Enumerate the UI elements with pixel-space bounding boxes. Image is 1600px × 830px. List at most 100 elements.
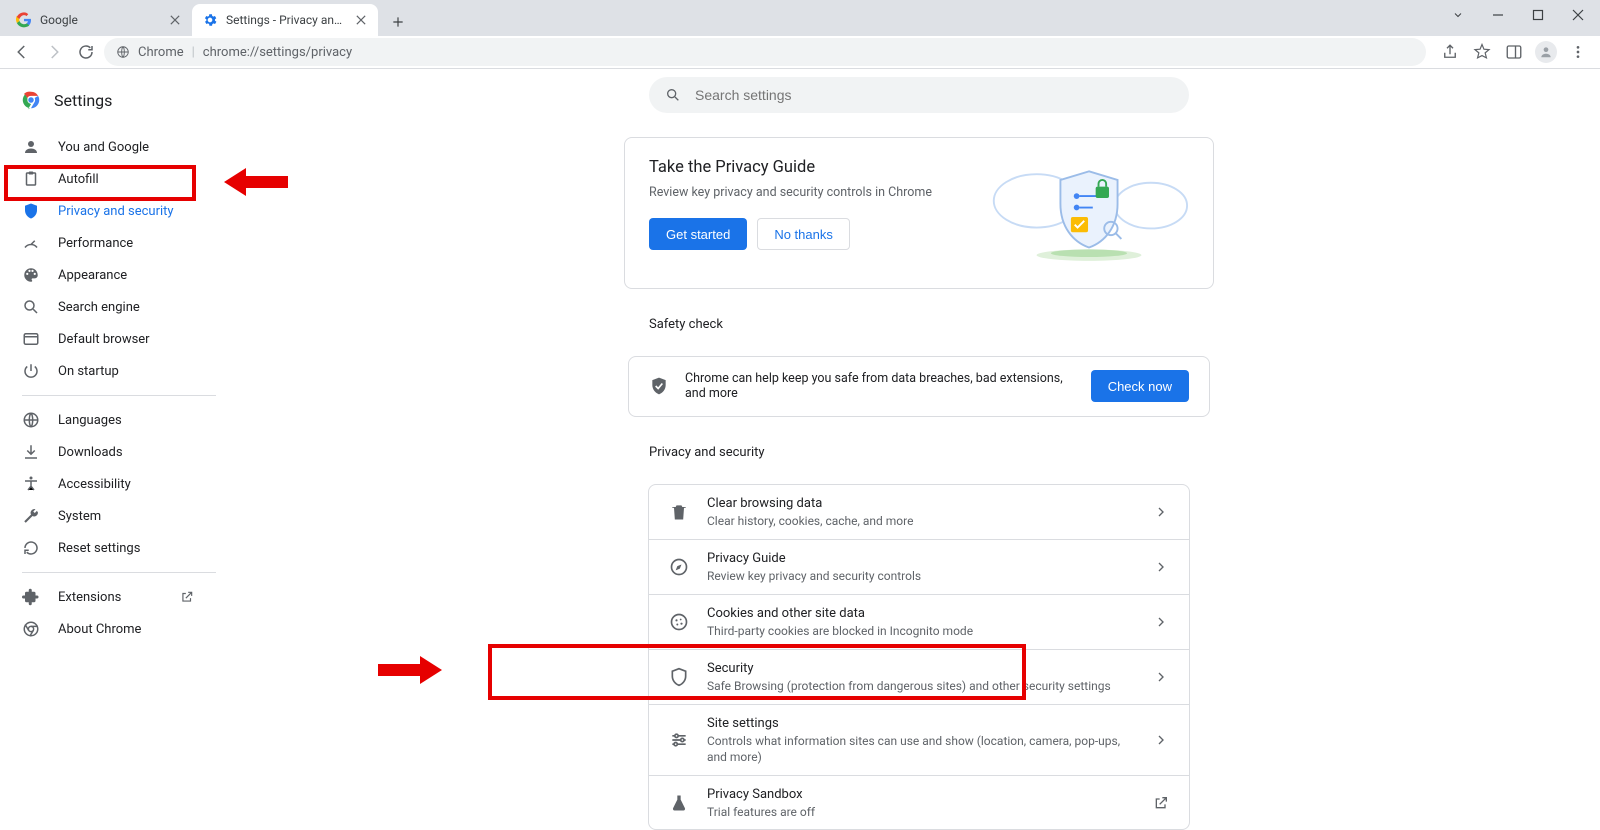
- row-clear-browsing-data[interactable]: Clear browsing dataClear history, cookie…: [649, 485, 1189, 539]
- chevron-right-icon: [1153, 732, 1169, 748]
- safety-shield-icon: [649, 376, 669, 396]
- chevron-right-icon: [1153, 614, 1169, 630]
- close-icon[interactable]: [1572, 9, 1584, 21]
- globe-icon: [22, 411, 40, 429]
- tab-close-button[interactable]: [168, 13, 182, 27]
- check-now-button[interactable]: Check now: [1091, 370, 1189, 402]
- row-security[interactable]: SecuritySafe Browsing (protection from d…: [649, 649, 1189, 704]
- sidebar-item-autofill[interactable]: Autofill: [0, 163, 216, 195]
- annotation-arrow-site-settings: [378, 656, 442, 684]
- profile-avatar[interactable]: [1532, 38, 1560, 66]
- sidebar-item-accessibility[interactable]: Accessibility: [0, 468, 216, 500]
- extension-icon: [22, 588, 40, 606]
- site-info-icon[interactable]: [116, 45, 130, 59]
- safety-check-label: Safety check: [649, 317, 1189, 332]
- no-thanks-button[interactable]: No thanks: [757, 218, 850, 250]
- row-cookies[interactable]: Cookies and other site dataThird-party c…: [649, 594, 1189, 649]
- chevron-down-icon[interactable]: [1452, 9, 1464, 21]
- sidebar-nav: You and Google Autofill Privacy and secu…: [0, 131, 238, 645]
- sidebar-item-default-browser[interactable]: Default browser: [0, 323, 216, 355]
- settings-sidebar: Settings You and Google Autofill Privacy…: [0, 69, 238, 830]
- palette-icon: [22, 266, 40, 284]
- sidebar-item-extensions[interactable]: Extensions: [0, 581, 216, 613]
- chevron-right-icon: [1153, 559, 1169, 575]
- privacy-list: Clear browsing dataClear history, cookie…: [648, 484, 1190, 830]
- page-title: Settings: [54, 91, 112, 110]
- row-site-settings[interactable]: Site settingsControls what information s…: [649, 704, 1189, 775]
- annotation-arrow-privacy-nav: [224, 168, 288, 196]
- settings-brand: Settings: [0, 75, 238, 131]
- tab-close-button[interactable]: [354, 13, 368, 27]
- search-settings-input[interactable]: [649, 77, 1189, 113]
- sidebar-item-on-startup[interactable]: On startup: [0, 355, 216, 387]
- tab-title: Settings - Privacy and security: [226, 13, 346, 27]
- maximize-icon[interactable]: [1532, 9, 1544, 21]
- accessibility-icon: [22, 475, 40, 493]
- menu-icon[interactable]: [1564, 38, 1592, 66]
- privacy-guide-title: Take the Privacy Guide: [649, 158, 965, 177]
- power-icon: [22, 362, 40, 380]
- external-link-icon: [1153, 795, 1169, 811]
- settings-content: Take the Privacy Guide Review key privac…: [238, 69, 1600, 830]
- sidebar-item-downloads[interactable]: Downloads: [0, 436, 216, 468]
- new-tab-button[interactable]: [384, 8, 412, 36]
- window-controls: [1452, 0, 1600, 30]
- google-favicon: [16, 12, 32, 28]
- cookie-icon: [669, 612, 689, 632]
- sidebar-divider: [22, 572, 216, 573]
- browser-toolbar: Chrome | chrome://settings/privacy: [0, 36, 1600, 69]
- row-privacy-guide[interactable]: Privacy GuideReview key privacy and secu…: [649, 539, 1189, 594]
- reload-button[interactable]: [72, 38, 100, 66]
- sidebar-item-reset-settings[interactable]: Reset settings: [0, 532, 216, 564]
- search-icon: [665, 87, 681, 103]
- row-privacy-sandbox[interactable]: Privacy SandboxTrial features are off: [649, 775, 1189, 830]
- compass-icon: [669, 557, 689, 577]
- minimize-icon[interactable]: [1492, 9, 1504, 21]
- address-bar[interactable]: Chrome | chrome://settings/privacy: [104, 38, 1426, 66]
- privacy-guide-illustration: [989, 158, 1189, 268]
- trash-icon: [669, 502, 689, 522]
- url-scheme: Chrome: [138, 45, 184, 60]
- sidebar-item-appearance[interactable]: Appearance: [0, 259, 216, 291]
- clipboard-icon: [22, 170, 40, 188]
- sidebar-item-performance[interactable]: Performance: [0, 227, 216, 259]
- sidebar-item-system[interactable]: System: [0, 500, 216, 532]
- tab-title: Google: [40, 13, 160, 27]
- sliders-icon: [669, 730, 689, 750]
- download-icon: [22, 443, 40, 461]
- tab-strip: Google Settings - Privacy and security: [0, 0, 1600, 36]
- flask-icon: [669, 793, 689, 813]
- sidebar-item-languages[interactable]: Languages: [0, 404, 216, 436]
- sidebar-divider: [22, 395, 216, 396]
- privacy-guide-card: Take the Privacy Guide Review key privac…: [624, 137, 1214, 289]
- sidebar-item-search-engine[interactable]: Search engine: [0, 291, 216, 323]
- get-started-button[interactable]: Get started: [649, 218, 747, 250]
- tab-google[interactable]: Google: [6, 4, 192, 36]
- sidebar-item-about-chrome[interactable]: About Chrome: [0, 613, 216, 645]
- chrome-logo-icon: [20, 89, 42, 111]
- privacy-section-label: Privacy and security: [649, 445, 1189, 460]
- tab-settings[interactable]: Settings - Privacy and security: [192, 4, 378, 36]
- back-button[interactable]: [8, 38, 36, 66]
- sidebar-item-you-and-google[interactable]: You and Google: [0, 131, 216, 163]
- privacy-guide-desc: Review key privacy and security controls…: [649, 185, 965, 200]
- restore-icon: [22, 539, 40, 557]
- chevron-right-icon: [1153, 504, 1169, 520]
- safety-check-text: Chrome can help keep you safe from data …: [685, 371, 1075, 401]
- speedometer-icon: [22, 234, 40, 252]
- chrome-icon: [22, 620, 40, 638]
- person-icon: [22, 138, 40, 156]
- browser-icon: [22, 330, 40, 348]
- search-field[interactable]: [693, 86, 1173, 104]
- external-link-icon: [180, 590, 194, 604]
- url-text: chrome://settings/privacy: [203, 45, 352, 60]
- bookmark-icon[interactable]: [1468, 38, 1496, 66]
- shield-icon: [22, 202, 40, 220]
- search-icon: [22, 298, 40, 316]
- chevron-right-icon: [1153, 669, 1169, 685]
- forward-button[interactable]: [40, 38, 68, 66]
- safety-check-card: Chrome can help keep you safe from data …: [628, 356, 1210, 418]
- sidebar-item-privacy-and-security[interactable]: Privacy and security: [0, 195, 216, 227]
- side-panel-icon[interactable]: [1500, 38, 1528, 66]
- share-icon[interactable]: [1436, 38, 1464, 66]
